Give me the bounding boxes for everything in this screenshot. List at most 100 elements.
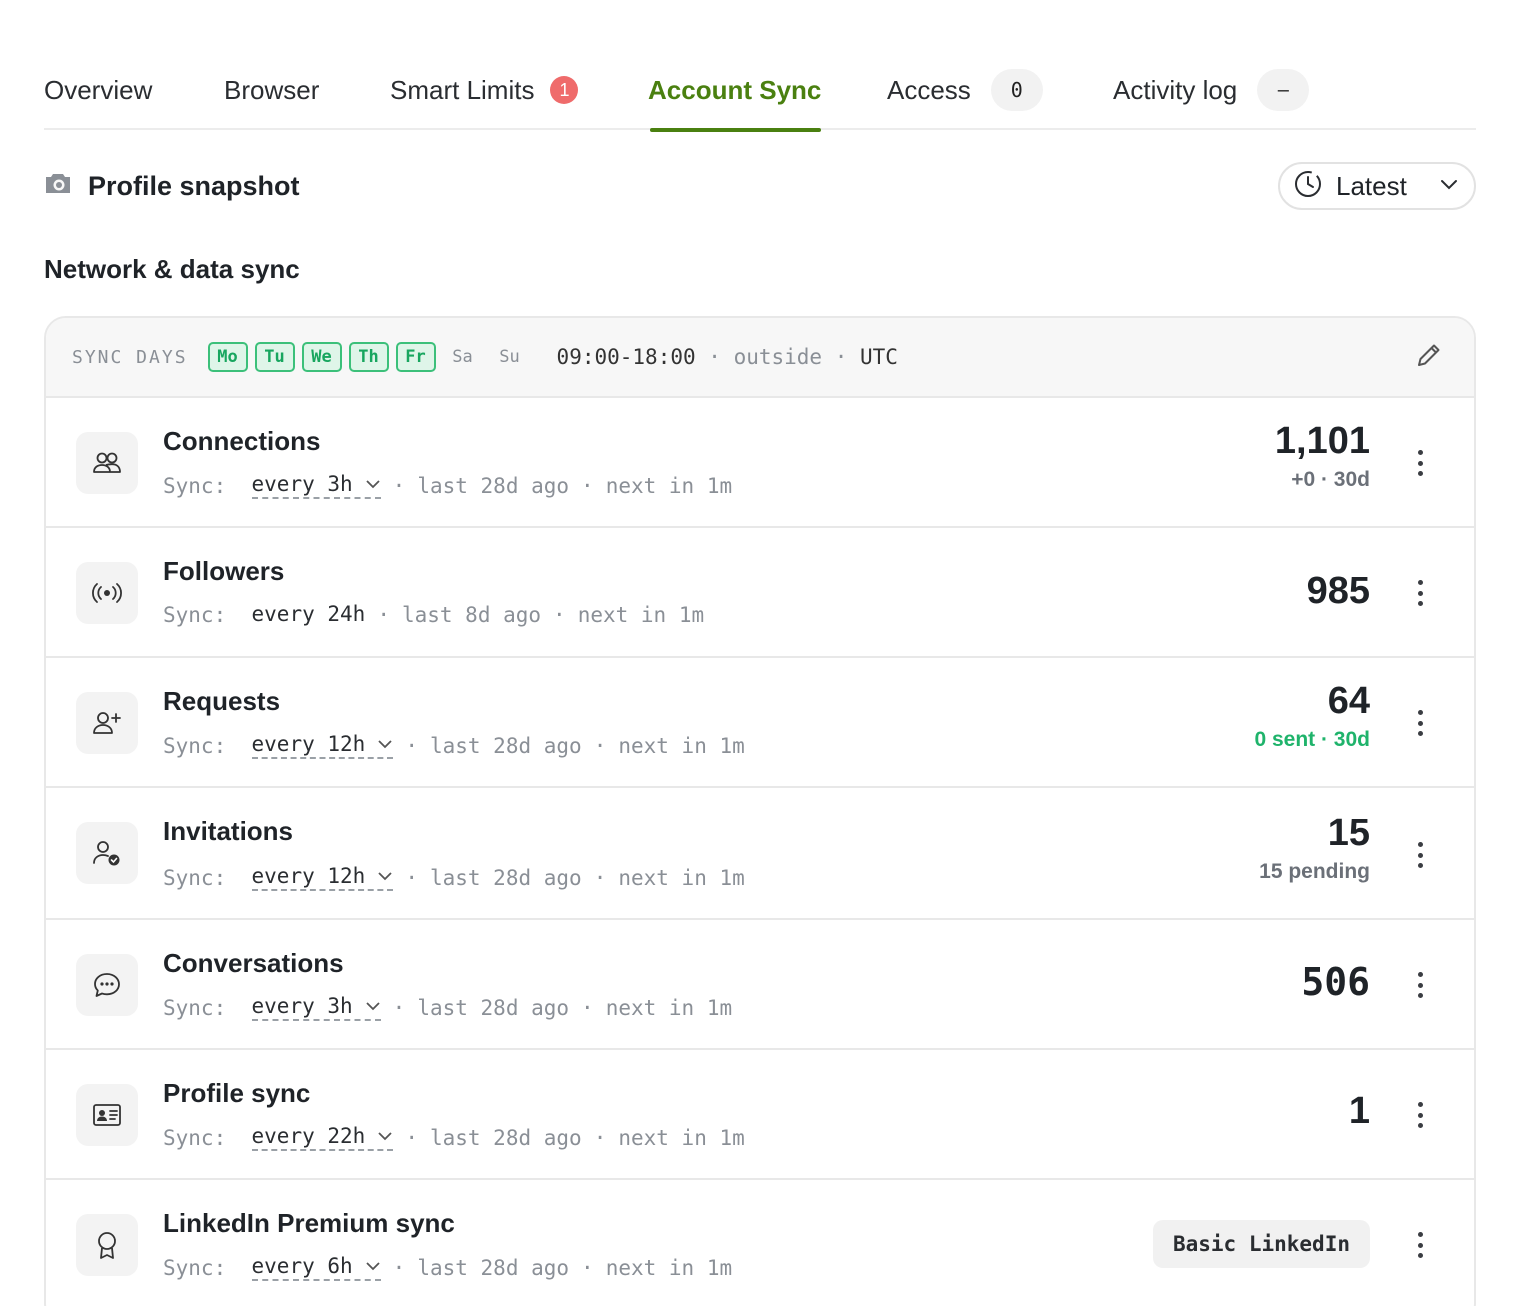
more-options-icon[interactable]	[1414, 576, 1426, 610]
frequency-select[interactable]: every 22h	[251, 1124, 394, 1151]
sync-count: 985	[1306, 570, 1370, 612]
sync-item-name: Profile sync	[163, 1078, 311, 1108]
tab-account-sync[interactable]: Account Sync	[648, 50, 822, 132]
more-options-icon[interactable]	[1414, 446, 1426, 480]
page-title: Profile snapshot	[88, 170, 300, 201]
sync-meta: Sync: every 22h · last 28d ago · next in 1m	[163, 1124, 745, 1151]
tab-smart-limits[interactable]: Smart Limits 1	[390, 50, 579, 130]
award-icon	[76, 1214, 138, 1276]
id-card-icon	[76, 1084, 138, 1146]
sync-row-connections: Connections Sync: every 3h · last 28d ago ·…	[46, 398, 1474, 528]
last-sync: last 28d ago	[429, 733, 582, 758]
day-toggle-th[interactable]: Th	[348, 342, 389, 372]
sync-item-name: Connections	[163, 426, 321, 456]
chevron-down-icon	[366, 480, 380, 489]
count-pill: 0	[990, 69, 1043, 111]
frequency-value: every 24h	[251, 602, 366, 626]
timezone: UTC	[860, 345, 898, 369]
sync-count: 1,101	[1274, 420, 1370, 462]
frequency-select[interactable]: every 6h	[251, 1254, 381, 1281]
sync-row-invitations: Invitations Sync: every 12h · last 28d ago…	[46, 788, 1474, 920]
chevron-down-icon	[1440, 177, 1458, 195]
last-sync: last 28d ago	[417, 1255, 570, 1280]
sync-row-profile: Profile sync Sync: every 22h · last 28d ag…	[46, 1050, 1474, 1180]
tab-label: Account Sync	[648, 74, 822, 105]
last-sync: last 28d ago	[429, 865, 582, 890]
pencil-icon[interactable]	[1414, 340, 1444, 375]
day-toggle-sa[interactable]: Sa	[443, 342, 483, 372]
sync-row-conversations: Conversations Sync: every 3h · last 28d ag…	[46, 920, 1474, 1050]
day-toggle-fr[interactable]: Fr	[395, 342, 436, 372]
broadcast-icon	[76, 562, 138, 624]
more-options-icon[interactable]	[1414, 838, 1426, 872]
sync-meta: Sync: every 3h · last 28d ago · next in 1m	[163, 472, 733, 499]
day-toggle-we[interactable]: We	[301, 342, 342, 372]
tab-bar: Overview Browser Smart Limits 1 Account S…	[44, 50, 1476, 132]
tab-overview[interactable]: Overview	[44, 50, 152, 130]
day-toggle-tu[interactable]: Tu	[254, 342, 295, 372]
sync-meta: Sync: every 12h · last 28d ago · next in 1m	[163, 864, 745, 891]
next-sync: next in 1m	[577, 602, 705, 627]
frequency-value: every 12h	[251, 732, 366, 756]
last-sync: last 8d ago	[401, 602, 542, 627]
sync-count: 506	[1301, 960, 1370, 1004]
chevron-down-icon	[378, 740, 392, 749]
sync-item-name: Invitations	[163, 816, 294, 846]
day-toggle-mo[interactable]: Mo	[207, 342, 248, 372]
chevron-down-icon	[378, 872, 392, 881]
window-status: outside	[733, 345, 823, 369]
count-pill: –	[1257, 69, 1310, 111]
chevron-down-icon	[366, 1002, 380, 1011]
sync-count: 15	[1327, 812, 1370, 854]
user-plus-icon	[76, 692, 138, 754]
more-options-icon[interactable]	[1414, 968, 1426, 1002]
sync-meta: Sync: every 24h · last 8d ago · next in 1m	[163, 602, 705, 627]
sync-label: Sync:	[163, 865, 227, 890]
next-sync: next in 1m	[618, 733, 745, 758]
frequency-value: every 3h	[251, 472, 353, 496]
next-sync: next in 1m	[605, 473, 733, 498]
sync-days-bar: SYNC DAYS Mo Tu We Th Fr Sa Su 09:00-18:…	[46, 318, 1474, 398]
last-sync: last 28d ago	[417, 473, 570, 498]
sync-subtext: 0 sent · 30d	[1254, 728, 1370, 751]
tab-browser[interactable]: Browser	[224, 50, 319, 130]
more-options-icon[interactable]	[1414, 1098, 1426, 1132]
sync-subtext: 15 pending	[1259, 860, 1370, 883]
tab-access[interactable]: Access 0	[887, 50, 1043, 130]
sync-item-name: Conversations	[163, 948, 344, 978]
sync-count: 1	[1348, 1090, 1370, 1132]
next-sync: next in 1m	[618, 865, 745, 890]
profile-snapshot-header: Profile snapshot	[44, 166, 300, 206]
tab-label: Access	[887, 74, 971, 105]
notification-badge: 1	[550, 76, 579, 104]
chevron-down-icon	[366, 1262, 380, 1271]
last-sync: last 28d ago	[429, 1125, 582, 1150]
next-sync: next in 1m	[618, 1125, 745, 1150]
sync-count: 64	[1327, 680, 1370, 722]
sync-days-label: SYNC DAYS	[72, 346, 188, 368]
users-icon	[76, 432, 138, 494]
more-options-icon[interactable]	[1414, 1228, 1426, 1262]
sync-item-name: Requests	[163, 686, 281, 716]
user-check-icon	[76, 822, 138, 884]
history-select-value: Latest	[1336, 170, 1407, 201]
frequency-select[interactable]: every 12h	[251, 864, 394, 891]
history-select[interactable]: Latest	[1278, 162, 1476, 210]
day-toggle-su[interactable]: Su	[490, 342, 530, 372]
frequency-select[interactable]: every 3h	[251, 472, 381, 499]
frequency-value: every 3h	[251, 994, 353, 1018]
more-options-icon[interactable]	[1414, 706, 1426, 740]
tab-label: Activity log	[1113, 74, 1238, 105]
frequency-value: every 6h	[251, 1254, 353, 1278]
next-sync: next in 1m	[605, 1255, 733, 1280]
clock-icon	[1294, 170, 1322, 203]
sync-label: Sync:	[163, 1255, 227, 1280]
chevron-down-icon	[378, 1132, 392, 1141]
frequency-select[interactable]: every 3h	[251, 994, 381, 1021]
sync-meta: Sync: every 12h · last 28d ago · next in 1m	[163, 732, 745, 759]
tab-activity-log[interactable]: Activity log –	[1113, 50, 1310, 130]
tab-label: Smart Limits	[390, 74, 535, 105]
frequency-select[interactable]: every 12h	[251, 732, 394, 759]
sync-label: Sync:	[163, 1125, 227, 1150]
sync-item-name: LinkedIn Premium sync	[163, 1208, 455, 1238]
